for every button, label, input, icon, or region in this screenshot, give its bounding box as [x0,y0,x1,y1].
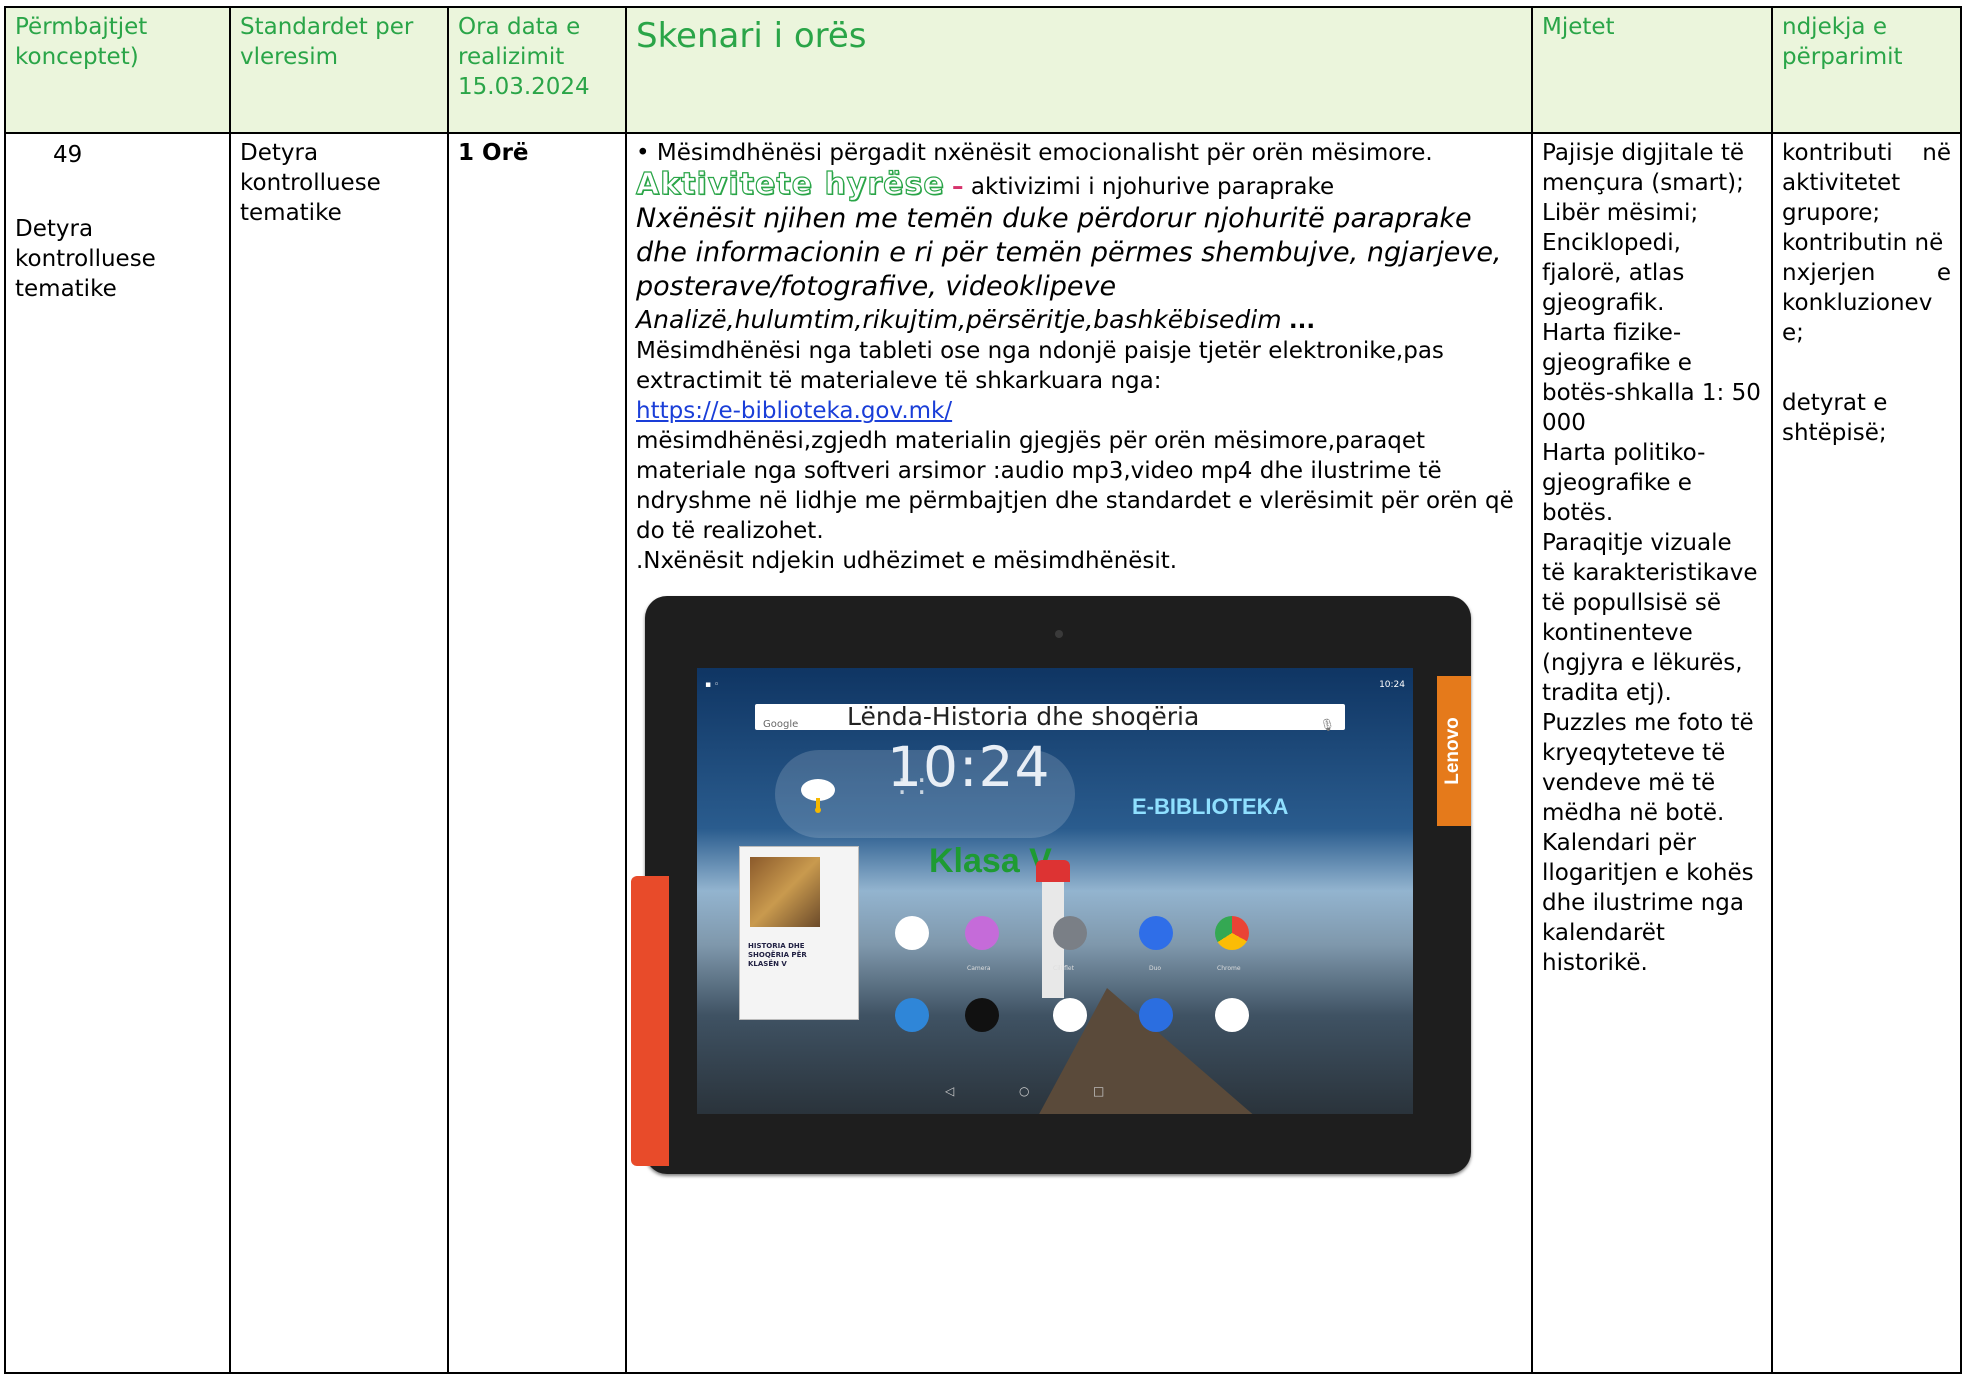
settings-app-icon [1053,916,1087,950]
tool-item: Puzzles me foto të kryeqyteteve të vende… [1542,710,1754,826]
content-cell: 49 Detyra kontrolluese tematike [4,132,231,1374]
tool-item: Pajisje digjitale të mençura (smart); [1542,140,1745,196]
camera-app-icon [965,916,999,950]
camera-app-label: Camera [967,965,991,972]
progress-word: kontributi [1782,140,1893,166]
paragraph-3: .Nxënësit ndjekin udhëzimet e mësimdhënë… [636,548,1178,574]
tools-cell: Pajisje digjitale të mençura (smart); Li… [1531,132,1773,1374]
book-cover-image [750,857,820,927]
e-biblioteka-link[interactable]: https://e-biblioteka.gov.mk/ [636,398,952,424]
header-row: Përmbajtjet konceptet) Standardet per vl… [4,6,1962,134]
lesson-topic: Detyra kontrolluese tematike [15,216,156,302]
mic-icon: 🎙 [1319,718,1335,732]
status-icons: ▪ ◦ [705,680,720,690]
tablet-image: ▪ ◦ 10:24 Google Lënda-Historia dhe shoq… [631,596,1471,1174]
lesson-number: 49 [53,142,83,168]
tool-item: Harta politiko-gjeografike e botës. [1542,440,1706,526]
progress-word: e [1936,260,1951,286]
tablet-screen: ▪ ◦ 10:24 Google Lënda-Historia dhe shoq… [697,668,1413,1114]
header-progress-tracking: ndjekja e përparimit [1771,6,1962,134]
play-store-app-icon [1215,998,1249,1032]
status-time: 10:24 [1379,680,1405,690]
scenario-cell: • Mësimdhënësi përgadit nxënësit emocion… [625,132,1533,1374]
activity-subtitle: aktivizimi i njohurive paraprake [970,174,1335,200]
progress-line: kontributi në [1782,138,1951,168]
activity-title: Aktivitete hyrëse [635,167,945,202]
nav-back-icon: ◁ [945,1084,955,1098]
header-hour-date: Ora data e realizimit 15.03.2024 [447,6,627,134]
paragraph-1: Mësimdhënësi nga tableti ose nga ndonjë … [636,338,1444,394]
tool-item: Kalendari për llogaritjen e kohës dhe il… [1542,830,1754,976]
progress-cell: kontributi në aktivitetet grupore; kontri… [1771,132,1962,1374]
tool-item: Libër mësimi; [1542,200,1699,226]
search-bar: Google Lënda-Historia dhe shoqëria 🎙 [755,702,1345,732]
duo-app-icon [1139,916,1173,950]
tool-item: Enciklopedi, fjalorë, atlas gjeografik. [1542,230,1685,316]
lenovo-badge: Lenovo [1437,676,1471,826]
settings-app-label: Cili flet [1053,965,1074,972]
activity-dash: – [952,174,964,200]
tool-item: Harta fizike-gjeografike e botës-shkalla… [1542,320,1761,436]
clock-time: 10:24 [887,735,1051,799]
status-bar: ▪ ◦ 10:24 [697,668,1413,690]
nav-recents-icon: □ [1093,1084,1105,1098]
ellipsis: ... [1288,308,1316,334]
camera-dot [1055,630,1063,638]
nav-home-icon: ○ [1019,1084,1030,1098]
header-lesson-scenario: Skenari i orës [625,6,1533,134]
photos-app-icon [895,916,929,950]
photos2-app-icon [1053,998,1087,1032]
duration-cell: 1 Orë [447,132,627,1374]
header-content-concepts: Përmbajtjet konceptet) [4,6,231,134]
progress-line: kontributin në [1782,230,1944,256]
messages-app-icon [1139,998,1173,1032]
lenovo-brand: Lenovo [1442,717,1463,785]
progress-line: konkluzionev e; [1782,290,1933,346]
progress-line: detyrat e shtëpisë; [1782,390,1888,446]
netflix-app-icon [965,998,999,1032]
italic-description: Nxënësit njihen me temën duke përdorur n… [636,203,1502,302]
search-text: Lënda-Historia dhe shoqëria [847,702,1200,731]
duration: 1 Orë [458,140,529,166]
lesson-row: 49 Detyra kontrolluese tematike Detyra k… [4,132,1962,1374]
google-logo: Google [763,719,799,730]
meet-app-icon [895,998,929,1032]
lesson-plan-table: Përmbajtjet konceptet) Standardet per vl… [4,6,1962,1374]
standard-cell: Detyra kontrolluese tematike [229,132,449,1374]
progress-line: aktivitetet grupore; [1782,170,1901,226]
textbook-cover: HISTORIA DHE SHOQËRIA PËR KLASËN V [739,846,859,1020]
e-biblioteka-logo: E-BIBLIOTEKA [1132,794,1289,819]
progress-word: nxjerjen [1782,260,1876,286]
intro-text: • Mësimdhënësi përgadit nxënësit emocion… [636,140,1433,166]
book-title: HISTORIA DHE SHOQËRIA PËR KLASËN V [748,942,807,968]
chrome-app-icon [1215,916,1249,950]
side-feature-strip [631,876,669,1166]
progress-line: nxjerjen e [1782,258,1951,288]
methods-list: Analizë,hulumtim,rikujtim,përsëritje,bas… [636,305,1282,334]
progress-word: në [1922,140,1951,166]
class-label: Klasa V [929,842,1052,880]
header-assessment-standards: Standardet per vleresim [229,6,449,134]
paragraph-2: mësimdhënësi,zgjedh materialin gjegjës p… [636,428,1514,544]
chrome-app-label: Chrome [1217,965,1241,972]
header-tools: Mjetet [1531,6,1773,134]
duo-app-label: Duo [1149,965,1162,972]
tool-item: Paraqitje vizuale të karakteristikave të… [1542,530,1758,706]
weather-cloud-icon [801,779,835,813]
